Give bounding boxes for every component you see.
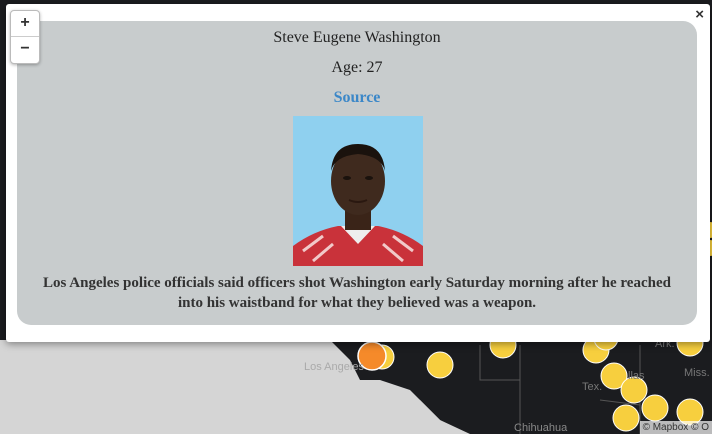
map-label-dallas: llas (628, 370, 645, 382)
incident-marker (612, 404, 640, 432)
incident-description: Los Angeles police officials said office… (43, 275, 671, 311)
victim-card: Steve Eugene Washington Age: 27 Source L… (17, 21, 697, 325)
map-label-mississippi: Miss. (684, 367, 710, 379)
victim-photo (293, 116, 423, 266)
incident-popup: × Steve Eugene Washington Age: 27 Source… (6, 4, 710, 342)
victim-age: Age: 27 (331, 59, 383, 76)
zoom-control: + − (10, 10, 40, 64)
map-label-chihuahua: Chihuahua (514, 422, 568, 434)
map-label-los-angeles: Los Angeles (304, 361, 364, 373)
incident-marker (426, 351, 454, 379)
victim-name: Steve Eugene Washington (273, 29, 441, 46)
zoom-in-button[interactable]: + (11, 11, 39, 37)
close-icon[interactable]: × (695, 6, 704, 23)
zoom-out-button[interactable]: − (11, 37, 39, 62)
source-link[interactable]: Source (17, 89, 697, 107)
map-label-texas: Tex. (582, 381, 603, 393)
incident-marker (641, 394, 669, 422)
map-attribution[interactable]: © Mapbox © O (639, 421, 712, 434)
